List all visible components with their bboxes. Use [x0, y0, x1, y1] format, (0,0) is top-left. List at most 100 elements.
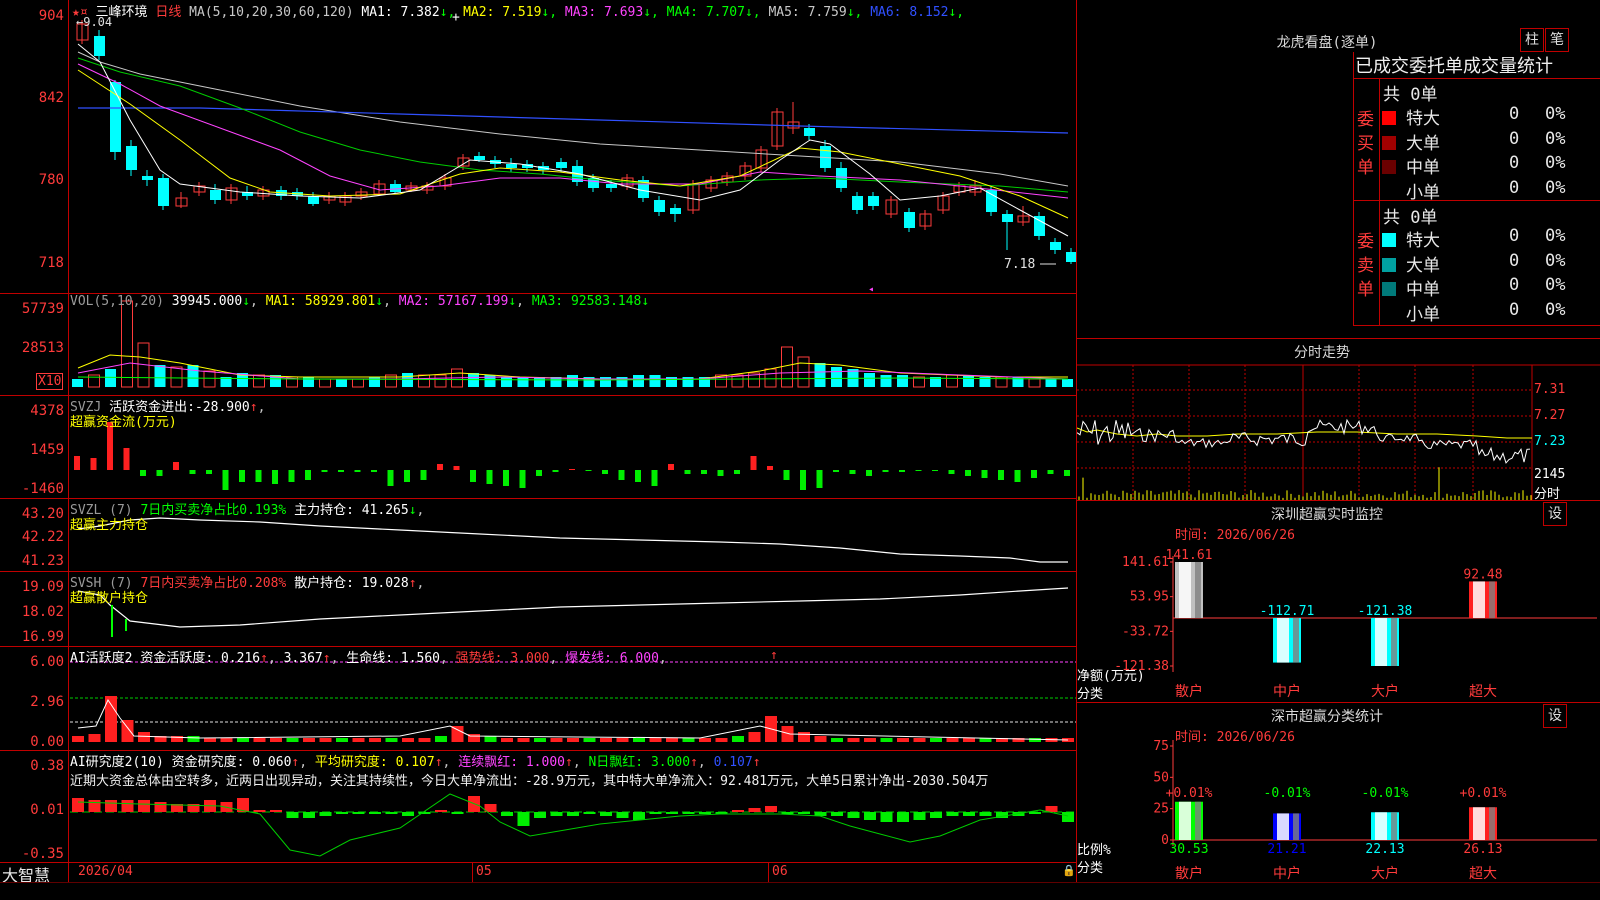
intraday-chart	[1077, 364, 1600, 500]
ai-research-comment: 近期大资金总体由空转多，近两日出现异动，关注其持续性，今日大单净流出：-28.9…	[70, 774, 989, 789]
main-chart-panel[interactable]: 7.18 ◂ 904 842 780 718 ★¤ 三峰环境 日线 MA(5,1…	[0, 0, 1077, 293]
volume-bar	[1045, 379, 1057, 387]
research-bar	[435, 810, 447, 812]
activity-bar	[270, 738, 282, 742]
order-count: 0	[1509, 250, 1520, 271]
fund-flow-bar	[866, 470, 872, 476]
sz-class-panel[interactable]: 深市超赢分类统计 设 时间: 2026/06/26 75 50 25 0 30.53 散户…	[1077, 702, 1600, 882]
low-price-label: 7.18	[1004, 257, 1035, 272]
fund-flow-bar	[750, 456, 757, 470]
volume-bar	[105, 369, 116, 387]
volume-bar	[764, 368, 777, 388]
order-size-label: 中单	[1406, 280, 1440, 300]
candle-down[interactable]	[506, 164, 517, 168]
lock-icon[interactable]: 🔒	[1062, 864, 1076, 877]
activity-bar	[402, 738, 414, 742]
panel-divider	[0, 498, 1077, 499]
legend-swatch	[1382, 233, 1396, 247]
candle-down[interactable]	[158, 178, 169, 206]
candle-down[interactable]	[390, 184, 401, 192]
activity-bar	[286, 738, 299, 742]
ma-legend-item: MA5:	[768, 5, 800, 20]
research-bar	[649, 812, 662, 814]
candle-down[interactable]	[868, 196, 879, 206]
bar-value-label: -112.71	[1260, 604, 1315, 619]
category-axis-label: 分类	[1077, 861, 1104, 876]
activity-bar	[946, 738, 959, 742]
candle-down[interactable]	[654, 200, 665, 212]
bar-value-label: 141.61	[1166, 548, 1213, 563]
activity-bar	[418, 738, 431, 742]
volume-panel[interactable]: VOL(5,10,20) 39945.000↓, MA1: 58929.801↓…	[0, 293, 1077, 395]
sz-monitor-panel[interactable]: 深圳超赢实时监控 设 时间: 2026/06/26 141.61 53.95 -33…	[1077, 500, 1600, 702]
fund-flow-bar	[849, 470, 856, 474]
candle-down[interactable]	[804, 128, 815, 136]
candle-down[interactable]	[852, 196, 863, 210]
ma-legend-item: MA4:	[666, 5, 698, 20]
research-bar	[105, 800, 117, 812]
fund-flow-bar	[470, 470, 476, 482]
order-count: 0	[1509, 275, 1520, 295]
svzl-panel[interactable]: SVZL (7) 7日内买卖净占比0.193% 主力持仓: 41.265↓, 超…	[0, 498, 1077, 571]
candle-down[interactable]	[1002, 214, 1013, 222]
order-percent: 0%	[1545, 128, 1566, 149]
fund-flow-bar	[156, 470, 163, 476]
svsh-panel[interactable]: SVSH (7) 7日内买卖净占比0.208% 散户持仓: 19.028↑, 超…	[0, 571, 1077, 646]
activity-bar	[600, 738, 612, 742]
volume-bar	[336, 379, 347, 387]
ai-activity-panel[interactable]: AI活跃度2 资金活跃度: 0.216↑, 3.367↑, 生命线: 1.560…	[0, 646, 1077, 750]
candle-down[interactable]	[474, 156, 485, 160]
candle-down[interactable]	[1050, 242, 1061, 250]
order-percent: 0%	[1545, 299, 1566, 320]
candle-down[interactable]	[308, 196, 319, 204]
candle-down[interactable]	[606, 184, 617, 188]
category-label: 散户	[1175, 865, 1203, 882]
crosshair-icon: +	[452, 10, 460, 25]
candle-down[interactable]	[836, 168, 847, 188]
activity-bar	[732, 736, 744, 742]
research-bar	[319, 812, 332, 816]
tick-mode-button[interactable]: 笔	[1545, 28, 1569, 52]
order-legend-row: 特大	[1382, 226, 1440, 251]
ai-research-panel[interactable]: AI研究度2(10) 资金研究度: 0.060↑, 平均研究度: 0.107↑,…	[0, 750, 1077, 862]
candle-down[interactable]	[670, 208, 681, 214]
order-count: 0	[1509, 104, 1520, 124]
lhb-panel[interactable]: 龙虎看盘(逐单) 柱 笔 已成交委托单成交量统计 委买单 委卖单 共 0单 共 …	[1077, 0, 1600, 338]
fund-flow-bar	[140, 470, 146, 476]
high-price-label: ←9.04	[76, 15, 113, 29]
candle-down[interactable]	[94, 36, 105, 56]
fund-flow-bar	[437, 464, 443, 470]
bar-value-label: 30.53	[1169, 842, 1208, 857]
change-label: +0.01%	[1460, 786, 1507, 801]
intraday-panel[interactable]: 分时走势 7.31 7.27 7.23 2145 分时	[1077, 338, 1600, 502]
change-label: -0.01%	[1264, 786, 1311, 801]
activity-bar	[666, 738, 678, 742]
candle-down[interactable]	[986, 190, 997, 212]
candle-down[interactable]	[126, 146, 137, 170]
fund-flow-bar	[800, 470, 806, 490]
activity-bar	[451, 726, 464, 742]
research-bar	[385, 812, 398, 814]
candle-down[interactable]	[210, 190, 221, 200]
bar-mode-button[interactable]: 柱	[1520, 28, 1544, 52]
y-tick: 141.61	[1122, 555, 1169, 570]
fund-flow-bar	[767, 466, 773, 470]
lhb-header: 已成交委托单成交量统计	[1355, 56, 1553, 77]
activity-bar	[385, 738, 398, 742]
period-label[interactable]: 日线	[155, 5, 181, 20]
ma-params: MA(5,10,20,30,60,120)	[189, 5, 354, 20]
fund-flow-bar	[833, 470, 839, 472]
candle-down[interactable]	[142, 176, 153, 180]
volume-bar	[831, 367, 842, 387]
kline-chart[interactable]: 7.18 ◂	[0, 0, 1077, 293]
legend-swatch	[1382, 135, 1396, 150]
volume-title: VOL(5,10,20) 39945.000↓, MA1: 58929.801↓…	[70, 294, 650, 309]
svzj-panel[interactable]: SVZJ 活跃资金进出:-28.900↑, 超赢资金流(万元) 4378 145…	[0, 395, 1077, 498]
volume-bar	[864, 373, 875, 387]
candle-down[interactable]	[556, 162, 567, 168]
y-tick: 1459	[30, 442, 64, 458]
volume-unit-label: X10	[36, 373, 64, 390]
volume-bar	[352, 378, 364, 388]
candle-down[interactable]	[904, 212, 915, 228]
activity-bar	[187, 736, 200, 742]
